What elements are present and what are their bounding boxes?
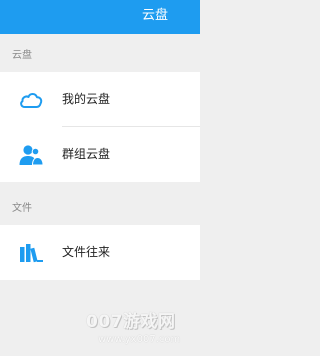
list-item-label: 群组云盘 xyxy=(62,147,111,161)
page-title: 云盘 xyxy=(141,8,168,23)
list-item-label: 文件往来 xyxy=(62,245,111,259)
cloud-section: 我的云盘 群组云盘 xyxy=(0,72,200,182)
app-header: 云盘 xyxy=(0,0,200,34)
list-item-my-cloud[interactable]: 我的云盘 xyxy=(0,72,200,127)
books-icon xyxy=(20,244,43,263)
cloud-icon xyxy=(20,92,43,108)
list-item-label: 我的云盘 xyxy=(62,92,111,106)
watermark-url: www.yx007.com xyxy=(98,334,181,345)
list-item-group-cloud[interactable]: 群组云盘 xyxy=(0,127,200,182)
files-section: 文件往来 xyxy=(0,225,200,280)
section-label-cloud: 云盘 xyxy=(12,50,32,61)
group-users-icon xyxy=(19,145,44,166)
list-item-file-exchange[interactable]: 文件往来 xyxy=(0,225,200,280)
section-label-files: 文件 xyxy=(12,203,32,214)
watermark-logo: 007游戏网 xyxy=(86,312,176,332)
